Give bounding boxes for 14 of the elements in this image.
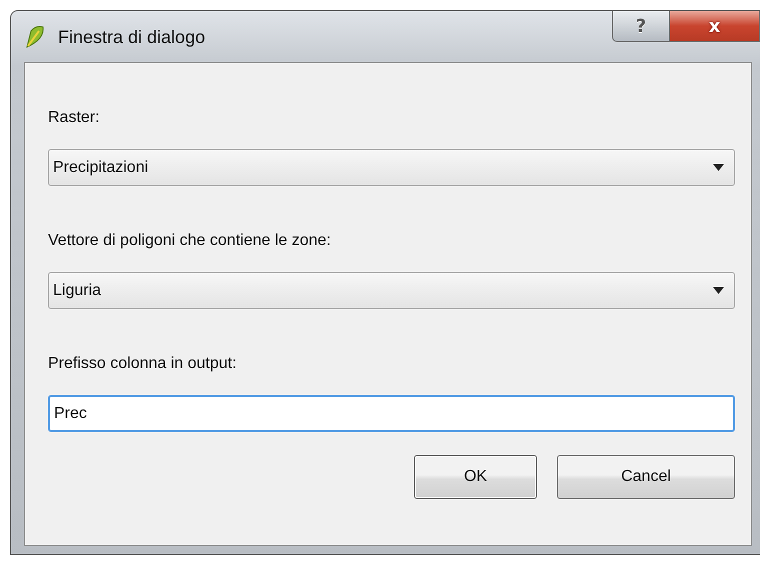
close-button[interactable]: x [670,11,760,42]
dropdown[interactable]: Precipitazioni [48,149,735,186]
dialog-button[interactable]: Cancel [557,455,735,499]
dialog-button[interactable]: OK [414,455,537,499]
app-icon [24,25,46,49]
dropdown[interactable]: Liguria [48,272,735,309]
caret-icon [713,164,724,171]
field-label: Vettore di poligoni che contiene le zone: [48,232,331,250]
help-button[interactable]: ? [612,11,670,42]
field-label: Raster: [48,109,100,127]
caret-icon [713,287,724,294]
window-title: Finestra di dialogo [58,26,206,48]
input-field[interactable]: Prec [48,395,735,432]
field-label: Prefisso colonna in output: [48,355,237,373]
